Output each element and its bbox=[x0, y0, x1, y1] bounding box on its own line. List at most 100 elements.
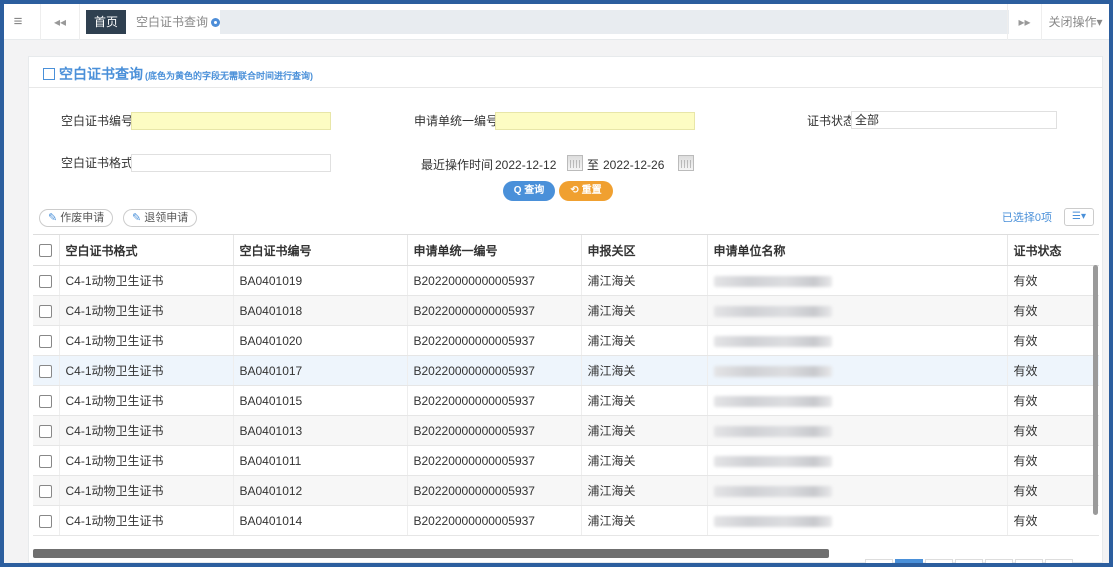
cell-format: C4-1动物卫生证书 bbox=[58, 415, 233, 446]
col-app-no[interactable]: 申请单统一编号 bbox=[406, 234, 581, 266]
pager-button-active[interactable] bbox=[895, 559, 923, 563]
unit-code-input[interactable] bbox=[495, 112, 695, 130]
table-row[interactable]: C4-1动物卫生证书 BA0401013 B20220000000005937 浦江海… bbox=[33, 415, 1099, 446]
edit-icon: ✎ bbox=[132, 212, 142, 224]
row-checkbox[interactable] bbox=[33, 385, 59, 416]
cert-no-input[interactable] bbox=[131, 112, 331, 130]
status-select[interactable]: 全部 bbox=[851, 111, 1057, 129]
col-format[interactable]: 空白证书格式 bbox=[58, 234, 233, 266]
search-button[interactable]: Q 查询 bbox=[503, 181, 555, 201]
row-checkbox[interactable] bbox=[33, 265, 59, 296]
tab-home[interactable]: 首页 bbox=[86, 10, 127, 34]
table-row[interactable]: C4-1动物卫生证书 BA0401011 B20220000000005937 浦江海… bbox=[33, 445, 1099, 476]
format-input[interactable] bbox=[131, 154, 331, 172]
col-status[interactable]: 证书状态 bbox=[1006, 234, 1099, 266]
table-row[interactable]: C4-1动物卫生证书 BA0401020 B20220000000005937 浦江海… bbox=[33, 325, 1099, 356]
cell-app-no: B20220000000005937 bbox=[406, 445, 581, 476]
edit-icon bbox=[43, 68, 55, 80]
double-left-icon[interactable]: ◂◂ bbox=[40, 4, 80, 40]
select-all-checkbox[interactable] bbox=[33, 234, 59, 266]
cell-app-no: B20220000000005937 bbox=[406, 415, 581, 446]
col-area[interactable]: 申报关区 bbox=[580, 234, 707, 266]
cell-app-no: B20220000000005937 bbox=[406, 265, 581, 296]
cell-area: 浦江海关 bbox=[580, 475, 707, 506]
cell-app-no: B20220000000005937 bbox=[406, 295, 581, 326]
cell-status: 有效 bbox=[1006, 505, 1099, 536]
panel-title-text: 空白证书查询 bbox=[59, 66, 143, 82]
unit-code-label: 申请单统一编号 bbox=[414, 114, 499, 128]
table-row[interactable]: C4-1动物卫生证书 BA0401012 B20220000000005937 浦江海… bbox=[33, 475, 1099, 506]
cell-status: 有效 bbox=[1006, 415, 1099, 446]
cell-unit-name bbox=[706, 265, 1007, 296]
pager-button[interactable] bbox=[1015, 559, 1043, 563]
row-checkbox[interactable] bbox=[33, 475, 59, 506]
redacted-name bbox=[713, 425, 832, 437]
app-frame: ≡ ◂◂ 首页 空白证书查询 ▸▸ 关闭操作▾ 空白证书查询 (底色为黄色的字段无… bbox=[4, 4, 1109, 563]
cell-cert-no: BA0401017 bbox=[232, 355, 407, 386]
selected-count: 已选择0项 bbox=[1001, 212, 1052, 224]
redacted-name bbox=[713, 335, 832, 347]
cell-app-no: B20220000000005937 bbox=[406, 475, 581, 506]
columns-icon[interactable]: ☰▾ bbox=[1064, 208, 1094, 226]
cell-area: 浦江海关 bbox=[580, 415, 707, 446]
vertical-scrollbar[interactable] bbox=[1093, 265, 1098, 515]
return-apply-button[interactable]: ✎ 退领申请 bbox=[123, 209, 198, 227]
cell-app-no: B20220000000005937 bbox=[406, 505, 581, 536]
cell-unit-name bbox=[706, 385, 1007, 416]
cell-format: C4-1动物卫生证书 bbox=[58, 385, 233, 416]
close-operations-dropdown[interactable]: 关闭操作▾ bbox=[1041, 4, 1109, 40]
double-right-icon[interactable]: ▸▸ bbox=[1007, 4, 1041, 40]
date-to-input[interactable]: 2022-12-26 bbox=[603, 156, 664, 174]
row-checkbox[interactable] bbox=[33, 445, 59, 476]
row-checkbox[interactable] bbox=[33, 355, 59, 386]
menu-icon[interactable]: ≡ bbox=[10, 13, 26, 31]
cell-status: 有效 bbox=[1006, 295, 1099, 326]
table-row[interactable]: C4-1动物卫生证书 BA0401018 B20220000000005937 浦江海… bbox=[33, 295, 1099, 326]
date-to-label: 至 bbox=[587, 158, 600, 172]
pager-button[interactable] bbox=[865, 559, 893, 563]
cell-unit-name bbox=[706, 415, 1007, 446]
table-row[interactable]: C4-1动物卫生证书 BA0401019 B20220000000005937 浦江海… bbox=[33, 265, 1099, 296]
table-row[interactable]: C4-1动物卫生证书 BA0401014 B20220000000005937 浦江海… bbox=[33, 505, 1099, 536]
redacted-name bbox=[713, 455, 832, 467]
cell-status: 有效 bbox=[1006, 475, 1099, 506]
pager-button[interactable] bbox=[1045, 559, 1073, 563]
cell-status: 有效 bbox=[1006, 265, 1099, 296]
row-checkbox[interactable] bbox=[33, 325, 59, 356]
cell-area: 浦江海关 bbox=[580, 355, 707, 386]
void-apply-label: 作废申请 bbox=[60, 212, 105, 224]
redacted-name bbox=[713, 515, 832, 527]
table-row[interactable]: C4-1动物卫生证书 BA0401017 B20220000000005937 浦江海… bbox=[33, 355, 1099, 386]
query-panel: 空白证书查询 (底色为黄色的字段无需联合时间进行查询) 空白证书编号 申请单统一编… bbox=[28, 56, 1103, 563]
col-unit-name[interactable]: 申请单位名称 bbox=[706, 234, 1007, 266]
row-checkbox[interactable] bbox=[33, 415, 59, 446]
cell-format: C4-1动物卫生证书 bbox=[58, 445, 233, 476]
pager-button[interactable] bbox=[925, 559, 953, 563]
tab-cert-query[interactable]: 空白证书查询 bbox=[128, 10, 229, 34]
cell-cert-no: BA0401018 bbox=[232, 295, 407, 326]
panel-subtitle: (底色为黄色的字段无需联合时间进行查询) bbox=[145, 71, 313, 81]
calendar-icon[interactable] bbox=[567, 155, 583, 171]
horizontal-scrollbar[interactable] bbox=[33, 549, 829, 558]
table-row[interactable]: C4-1动物卫生证书 BA0401015 B20220000000005937 浦江海… bbox=[33, 385, 1099, 416]
redacted-name bbox=[713, 275, 832, 287]
row-checkbox[interactable] bbox=[33, 295, 59, 326]
void-apply-button[interactable]: ✎ 作废申请 bbox=[39, 209, 114, 227]
date-from-input[interactable]: 2022-12-12 bbox=[495, 156, 556, 174]
redacted-name bbox=[713, 305, 832, 317]
cell-area: 浦江海关 bbox=[580, 265, 707, 296]
cert-no-label: 空白证书编号 bbox=[61, 114, 134, 128]
time-label: 最近操作时间 bbox=[421, 158, 494, 172]
table-header-row: 空白证书格式 空白证书编号 申请单统一编号 申报关区 申请单位名称 证书状态 bbox=[33, 234, 1099, 266]
col-cert-no[interactable]: 空白证书编号 bbox=[232, 234, 407, 266]
calendar-icon[interactable] bbox=[678, 155, 694, 171]
close-tab-icon[interactable] bbox=[211, 18, 221, 27]
redacted-name bbox=[713, 485, 832, 497]
cell-area: 浦江海关 bbox=[580, 325, 707, 356]
pager-button[interactable] bbox=[985, 559, 1013, 563]
row-checkbox[interactable] bbox=[33, 505, 59, 536]
reset-button[interactable]: ⟲ 重置 bbox=[559, 181, 613, 201]
return-apply-label: 退领申请 bbox=[144, 212, 189, 224]
cell-cert-no: BA0401013 bbox=[232, 415, 407, 446]
pager-button[interactable] bbox=[955, 559, 983, 563]
